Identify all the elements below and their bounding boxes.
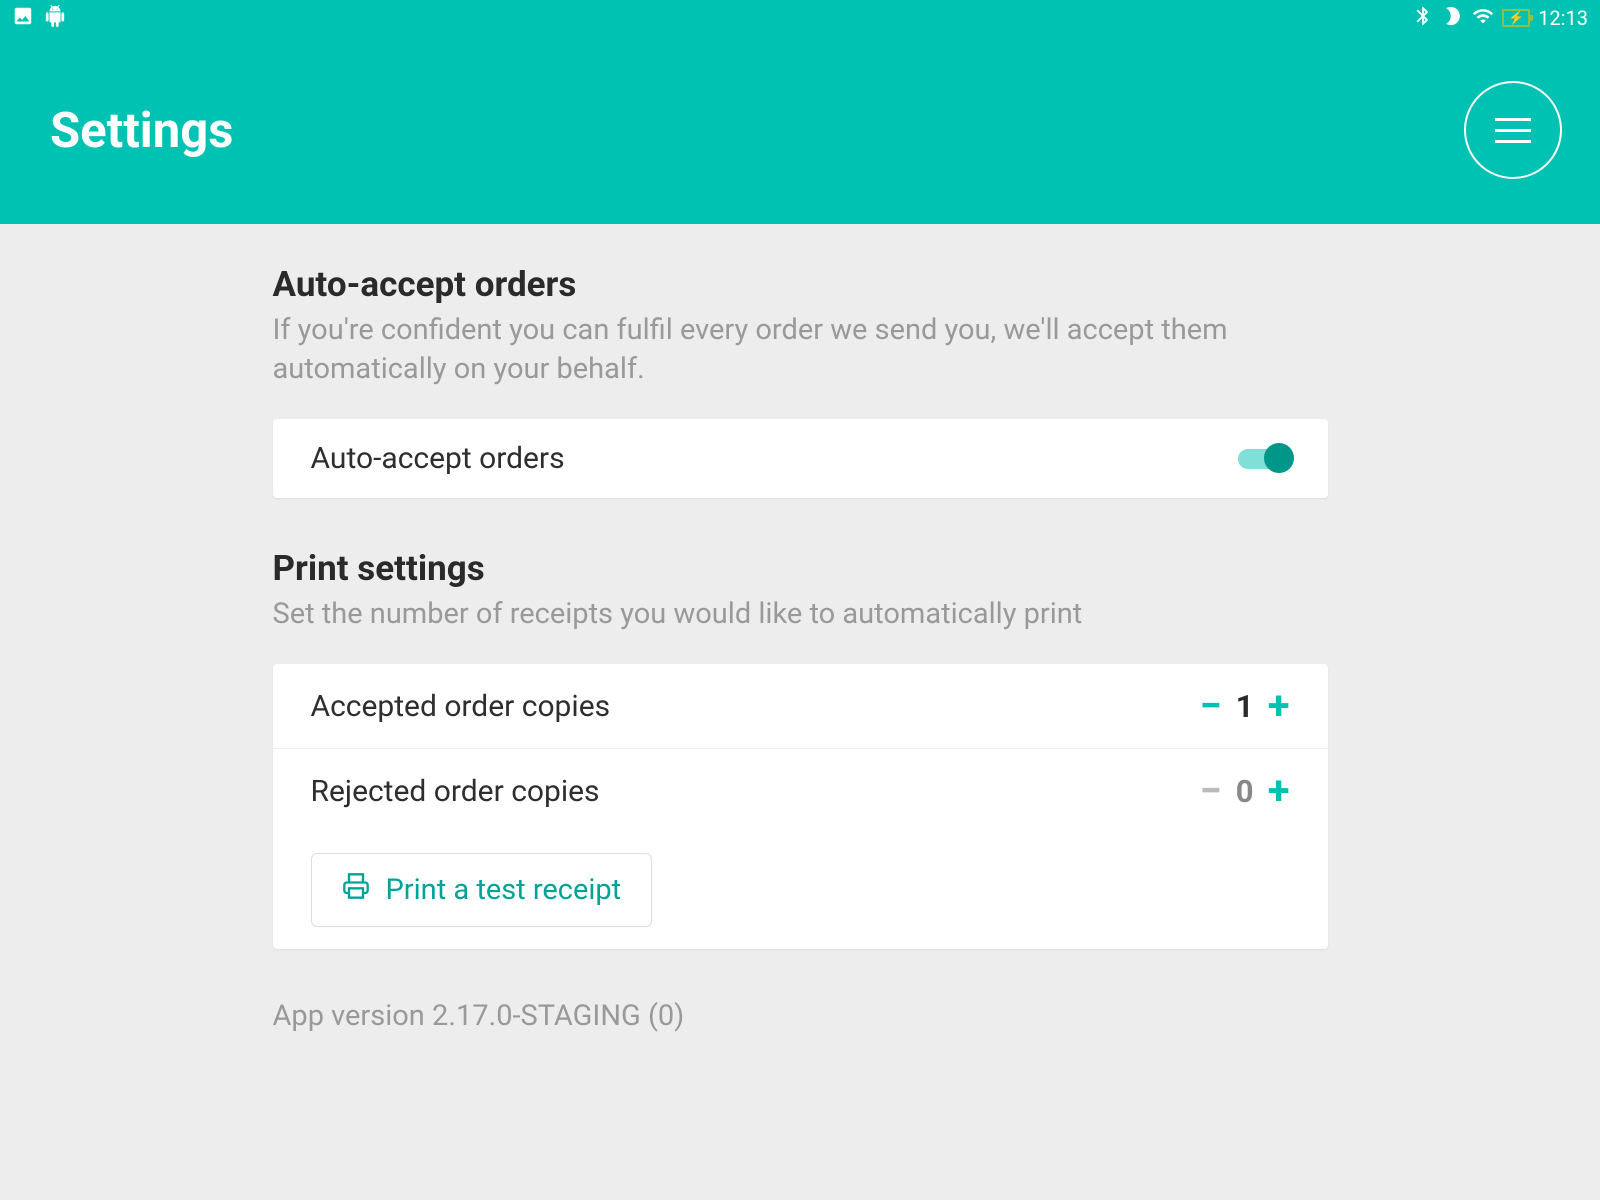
picture-icon: [12, 5, 34, 31]
minus-button[interactable]: −: [1200, 771, 1222, 811]
print-settings-section: Print settings Set the number of receipt…: [273, 548, 1328, 949]
battery-icon: ⚡: [1502, 9, 1530, 27]
toggle-label: Auto-accept orders: [311, 441, 565, 476]
app-version: App version 2.17.0-STAGING (0): [273, 999, 1328, 1033]
auto-accept-toggle[interactable]: [1238, 449, 1290, 469]
section-title: Auto-accept orders: [273, 264, 1328, 305]
section-description: Set the number of receipts you would lik…: [273, 595, 1328, 634]
stepper-value: 0: [1236, 773, 1254, 810]
wifi-icon: [1472, 5, 1494, 31]
print-icon: [342, 872, 370, 908]
accepted-quantity-stepper: − 1 +: [1200, 686, 1290, 726]
auto-accept-row: Auto-accept orders: [273, 419, 1328, 498]
auto-accept-card: Auto-accept orders: [273, 419, 1328, 498]
moon-icon: [1442, 5, 1464, 31]
status-left: [12, 5, 66, 31]
print-button-label: Print a test receipt: [386, 873, 622, 907]
accepted-copies-row: Accepted order copies − 1 +: [273, 664, 1328, 748]
stepper-value: 1: [1236, 688, 1254, 725]
section-description: If you're confident you can fulfil every…: [273, 311, 1328, 389]
status-bar: ⚡ 12:13: [0, 0, 1600, 36]
row-label: Rejected order copies: [311, 774, 600, 809]
android-icon: [44, 5, 66, 31]
rejected-quantity-stepper: − 0 +: [1200, 771, 1290, 811]
row-label: Accepted order copies: [311, 689, 611, 724]
content: Auto-accept orders If you're confident y…: [273, 224, 1328, 1033]
hamburger-icon: [1495, 118, 1531, 143]
menu-button[interactable]: [1464, 81, 1562, 179]
status-right: ⚡ 12:13: [1412, 5, 1588, 31]
print-test-receipt-button[interactable]: Print a test receipt: [311, 853, 653, 927]
app-header: Settings: [0, 36, 1600, 224]
plus-button[interactable]: +: [1268, 686, 1290, 726]
rejected-copies-row: Rejected order copies − 0 +: [273, 748, 1328, 833]
auto-accept-section: Auto-accept orders If you're confident y…: [273, 264, 1328, 498]
clock-time: 12:13: [1538, 6, 1588, 30]
page-title: Settings: [50, 102, 233, 159]
toggle-knob: [1264, 443, 1294, 473]
minus-button[interactable]: −: [1200, 686, 1222, 726]
plus-button[interactable]: +: [1268, 771, 1290, 811]
print-settings-card: Accepted order copies − 1 + Rejected ord…: [273, 664, 1328, 949]
print-button-wrapper: Print a test receipt: [273, 833, 1328, 949]
section-title: Print settings: [273, 548, 1328, 589]
bluetooth-icon: [1412, 5, 1434, 31]
